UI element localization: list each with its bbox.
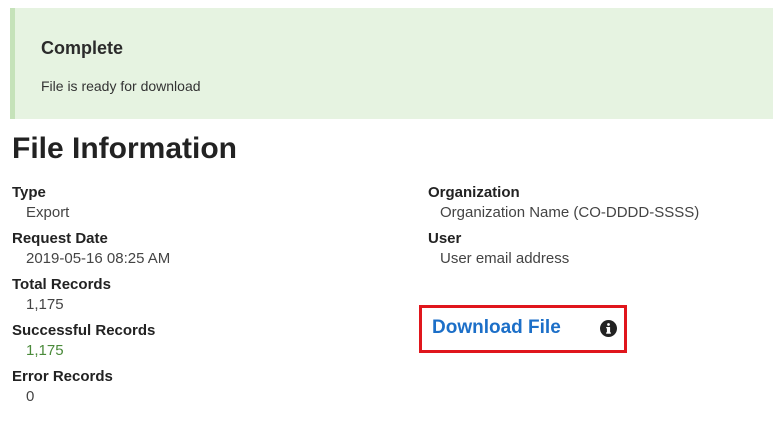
field-label: User xyxy=(428,230,462,247)
success-alert: Complete File is ready for download xyxy=(10,8,773,119)
field-value: 0 xyxy=(26,388,35,405)
field-value: User email address xyxy=(440,250,570,267)
download-file-link[interactable]: Download File xyxy=(432,317,561,339)
field-user: User User email address xyxy=(428,229,773,269)
section-title: File Information xyxy=(12,132,237,165)
field-label: Organization xyxy=(428,184,520,201)
field-value: 1,175 xyxy=(26,296,64,313)
field-type: Type Export xyxy=(12,183,402,223)
info-circle-icon[interactable] xyxy=(600,320,617,337)
field-label: Error Records xyxy=(12,368,113,385)
field-organization: Organization Organization Name (CO-DDDD-… xyxy=(428,183,773,223)
alert-message: File is ready for download xyxy=(41,78,201,94)
field-successful-records: Successful Records 1,175 xyxy=(12,321,402,361)
field-label: Total Records xyxy=(12,276,111,293)
field-value: 1,175 xyxy=(26,342,64,359)
field-error-records: Error Records 0 xyxy=(12,367,402,407)
field-label: Request Date xyxy=(12,230,108,247)
download-highlight-box: Download File xyxy=(419,305,627,353)
field-value: Export xyxy=(26,204,70,221)
alert-title: Complete xyxy=(41,38,124,58)
field-request-date: Request Date 2019-05-16 08:25 AM xyxy=(12,229,402,269)
field-value: Organization Name (CO-DDDD-SSSS) xyxy=(440,204,700,221)
field-label: Successful Records xyxy=(12,322,156,339)
file-info-left-column: Type Export Request Date 2019-05-16 08:2… xyxy=(12,183,402,413)
field-value: 2019-05-16 08:25 AM xyxy=(26,250,171,267)
file-info-right-column: Organization Organization Name (CO-DDDD-… xyxy=(428,183,773,275)
field-total-records: Total Records 1,175 xyxy=(12,275,402,315)
field-label: Type xyxy=(12,184,46,201)
